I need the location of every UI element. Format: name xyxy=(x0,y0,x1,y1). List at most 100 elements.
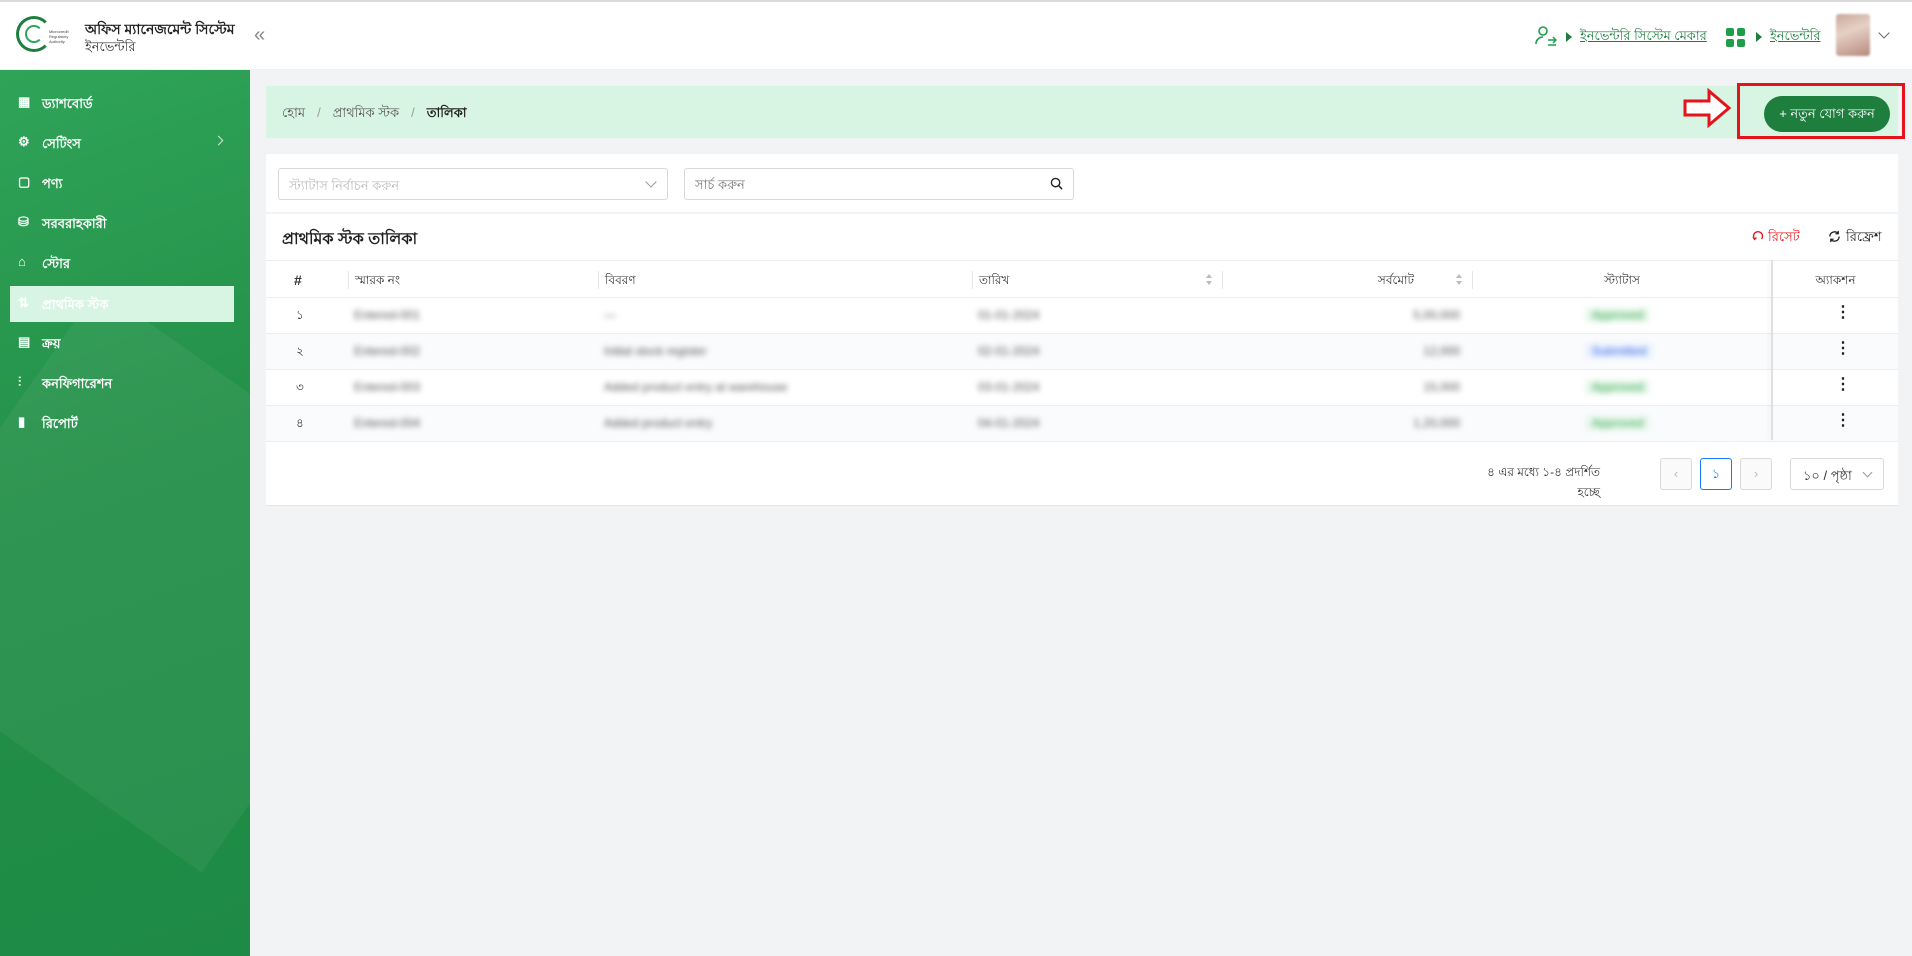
chevron-down-icon xyxy=(645,176,657,188)
table-row: ৩ Entered-003 Added product entry at war… xyxy=(266,370,1898,406)
row-memo: Entered-003 xyxy=(354,380,421,394)
sort-icon[interactable] xyxy=(1456,274,1463,286)
reset-icon xyxy=(1752,230,1764,241)
sidebar-item-label: রিপোর্ট xyxy=(42,416,78,431)
product-icon: ▢ xyxy=(18,174,31,189)
reset-label: রিসেট xyxy=(1768,229,1800,244)
row-actions-icon[interactable]: ⋮ xyxy=(1833,298,1853,334)
page-size-select[interactable]: ১০ / পৃষ্ঠা xyxy=(1790,458,1884,490)
refresh-label: রিফ্রেশ xyxy=(1846,229,1882,244)
status-badge: Approved xyxy=(1586,380,1650,394)
row-description: Added product entry at warehouse xyxy=(604,380,788,394)
dashboard-icon: ▦ xyxy=(18,94,31,109)
chevron-right-icon xyxy=(213,135,224,146)
breadcrumb-current: তালিকা xyxy=(426,105,467,120)
org-logo: Microcredit Regulatory Authority xyxy=(16,16,69,52)
sidebar-item-label: পণ্য xyxy=(42,176,63,191)
top-header: Microcredit Regulatory Authority অফিস ম্… xyxy=(0,2,1912,70)
row-number: ৪ xyxy=(296,416,304,430)
col-number: # xyxy=(294,272,302,288)
sidebar-item-dashboard[interactable]: ▦ ড্যাশবোর্ড xyxy=(10,85,234,121)
search-icon[interactable] xyxy=(1050,177,1063,190)
row-date: 01-01-2024 xyxy=(978,308,1040,322)
col-status: স্ট্যাটাস xyxy=(1472,261,1772,299)
add-new-button[interactable]: + নতুন যোগ করুন xyxy=(1764,96,1890,132)
row-number: ২ xyxy=(296,344,304,358)
col-memo[interactable]: স্মারক নং xyxy=(348,261,548,299)
chevron-down-icon xyxy=(1862,467,1873,478)
apps-grid-icon[interactable] xyxy=(1726,28,1746,48)
sidebar-item-configuration[interactable]: ⫶ কনফিগারেশন xyxy=(10,365,234,401)
report-icon: ▮ xyxy=(18,414,26,429)
table-row: ১ Entered-001 — 01-01-2024 5,00,000 Appr… xyxy=(266,298,1898,334)
sidebar-item-initial-stock[interactable]: ⇅ প্রাথমিক স্টক xyxy=(10,286,234,322)
module-link[interactable]: ইনভেন্টরি xyxy=(1770,27,1821,48)
breadcrumb-home[interactable]: হোম xyxy=(282,105,305,120)
row-memo: Entered-001 xyxy=(354,308,421,322)
page-button-current[interactable]: ১ xyxy=(1700,458,1732,490)
refresh-button[interactable]: রিফ্রেশ xyxy=(1828,228,1882,249)
row-description: — xyxy=(604,308,616,322)
sidebar-item-settings[interactable]: ⚙ সেটিংস xyxy=(10,125,234,161)
stock-icon: ⇅ xyxy=(18,295,29,310)
filter-card: স্ট্যাটাস নির্বাচন করুন xyxy=(266,154,1898,212)
row-description: Added product entry xyxy=(604,416,713,430)
sidebar-item-product[interactable]: ▢ পণ্য xyxy=(10,165,234,201)
status-badge: Approved xyxy=(1586,308,1650,322)
app-subtitle: ইনভেন্টরি xyxy=(85,39,136,54)
col-date[interactable]: তারিখ xyxy=(972,261,1172,299)
row-description: Initial stock register xyxy=(604,344,707,358)
row-date: 04-01-2024 xyxy=(978,416,1040,430)
page-size-value: ১০ / পৃষ্ঠা xyxy=(1803,468,1852,483)
status-select[interactable]: স্ট্যাটাস নির্বাচন করুন xyxy=(278,168,668,200)
row-memo: Entered-002 xyxy=(354,344,421,358)
col-description[interactable]: বিবরণ xyxy=(598,261,798,299)
pagination-info: ৪ এর মধ্যে ১-৪ প্রদর্শিত হচ্ছে xyxy=(1487,465,1600,499)
next-page-button[interactable]: › xyxy=(1740,458,1772,490)
row-actions-icon[interactable]: ⋮ xyxy=(1833,370,1853,406)
app-root: Microcredit Regulatory Authority অফিস ম্… xyxy=(0,0,1912,956)
sidebar-item-label: স্টোর xyxy=(42,256,70,271)
row-total: 5,00,000 xyxy=(1413,308,1460,322)
row-memo: Entered-004 xyxy=(354,416,421,430)
reset-button[interactable]: রিসেট xyxy=(1752,228,1800,249)
row-total: 12,000 xyxy=(1423,344,1460,358)
refresh-icon xyxy=(1829,230,1840,243)
prev-page-button[interactable]: ‹ xyxy=(1660,458,1692,490)
purchase-icon: ▤ xyxy=(18,334,31,349)
logo-text: Microcredit Regulatory Authority xyxy=(49,29,69,44)
collapse-sidebar-icon[interactable]: « xyxy=(254,24,265,47)
row-date: 03-01-2024 xyxy=(978,380,1040,394)
caret-right-icon xyxy=(1756,32,1762,42)
avatar[interactable] xyxy=(1836,14,1870,56)
row-total: 1,20,000 xyxy=(1413,416,1460,430)
row-total: 15,000 xyxy=(1423,380,1460,394)
sidebar-item-purchase[interactable]: ▤ ক্রয় xyxy=(10,325,234,361)
store-icon: ⌂ xyxy=(18,254,26,269)
role-link[interactable]: ইনভেন্টরি সিস্টেম মেকার xyxy=(1580,27,1707,48)
search-input[interactable] xyxy=(684,168,1074,200)
sidebar-item-store[interactable]: ⌂ স্টোর xyxy=(10,245,234,281)
col-total[interactable]: সর্বমোট xyxy=(1310,261,1414,299)
user-switch-icon[interactable] xyxy=(1534,24,1558,48)
breadcrumb: হোম / প্রাথমিক স্টক / তালিকা xyxy=(282,105,467,120)
table-header: # স্মারক নং বিবরণ তারিখ সর্বমোট স্ট্যাটা… xyxy=(266,260,1898,298)
breadcrumb-section[interactable]: প্রাথমিক স্টক xyxy=(333,105,399,120)
status-badge: Approved xyxy=(1586,416,1650,430)
sidebar-item-supplier[interactable]: ⛁ সরবরাহকারী xyxy=(10,205,234,241)
row-actions-icon[interactable]: ⋮ xyxy=(1833,334,1853,370)
chevron-down-icon[interactable] xyxy=(1878,27,1890,39)
supplier-icon: ⛁ xyxy=(18,214,29,229)
table-row: ৪ Entered-004 Added product entry 04-01-… xyxy=(266,406,1898,442)
logo-inner-ring xyxy=(25,25,43,43)
sidebar-item-label: প্রাথমিক স্টক xyxy=(42,297,109,312)
sidebar-item-report[interactable]: ▮ রিপোর্ট xyxy=(10,405,234,441)
sidebar-item-label: কনফিগারেশন xyxy=(42,376,113,391)
fixed-column-divider xyxy=(1771,260,1773,440)
row-actions-icon[interactable]: ⋮ xyxy=(1833,406,1853,442)
caret-right-icon xyxy=(1566,32,1572,42)
sort-icon[interactable] xyxy=(1206,274,1213,286)
sidebar-item-label: সরবরাহকারী xyxy=(42,216,107,231)
table-card: প্রাথমিক স্টক তালিকা রিসেট রিফ্রেশ # স্ম… xyxy=(266,214,1898,506)
sidebar: ▦ ড্যাশবোর্ড ⚙ সেটিংস ▢ পণ্য ⛁ সরবরাহকার… xyxy=(0,70,250,956)
